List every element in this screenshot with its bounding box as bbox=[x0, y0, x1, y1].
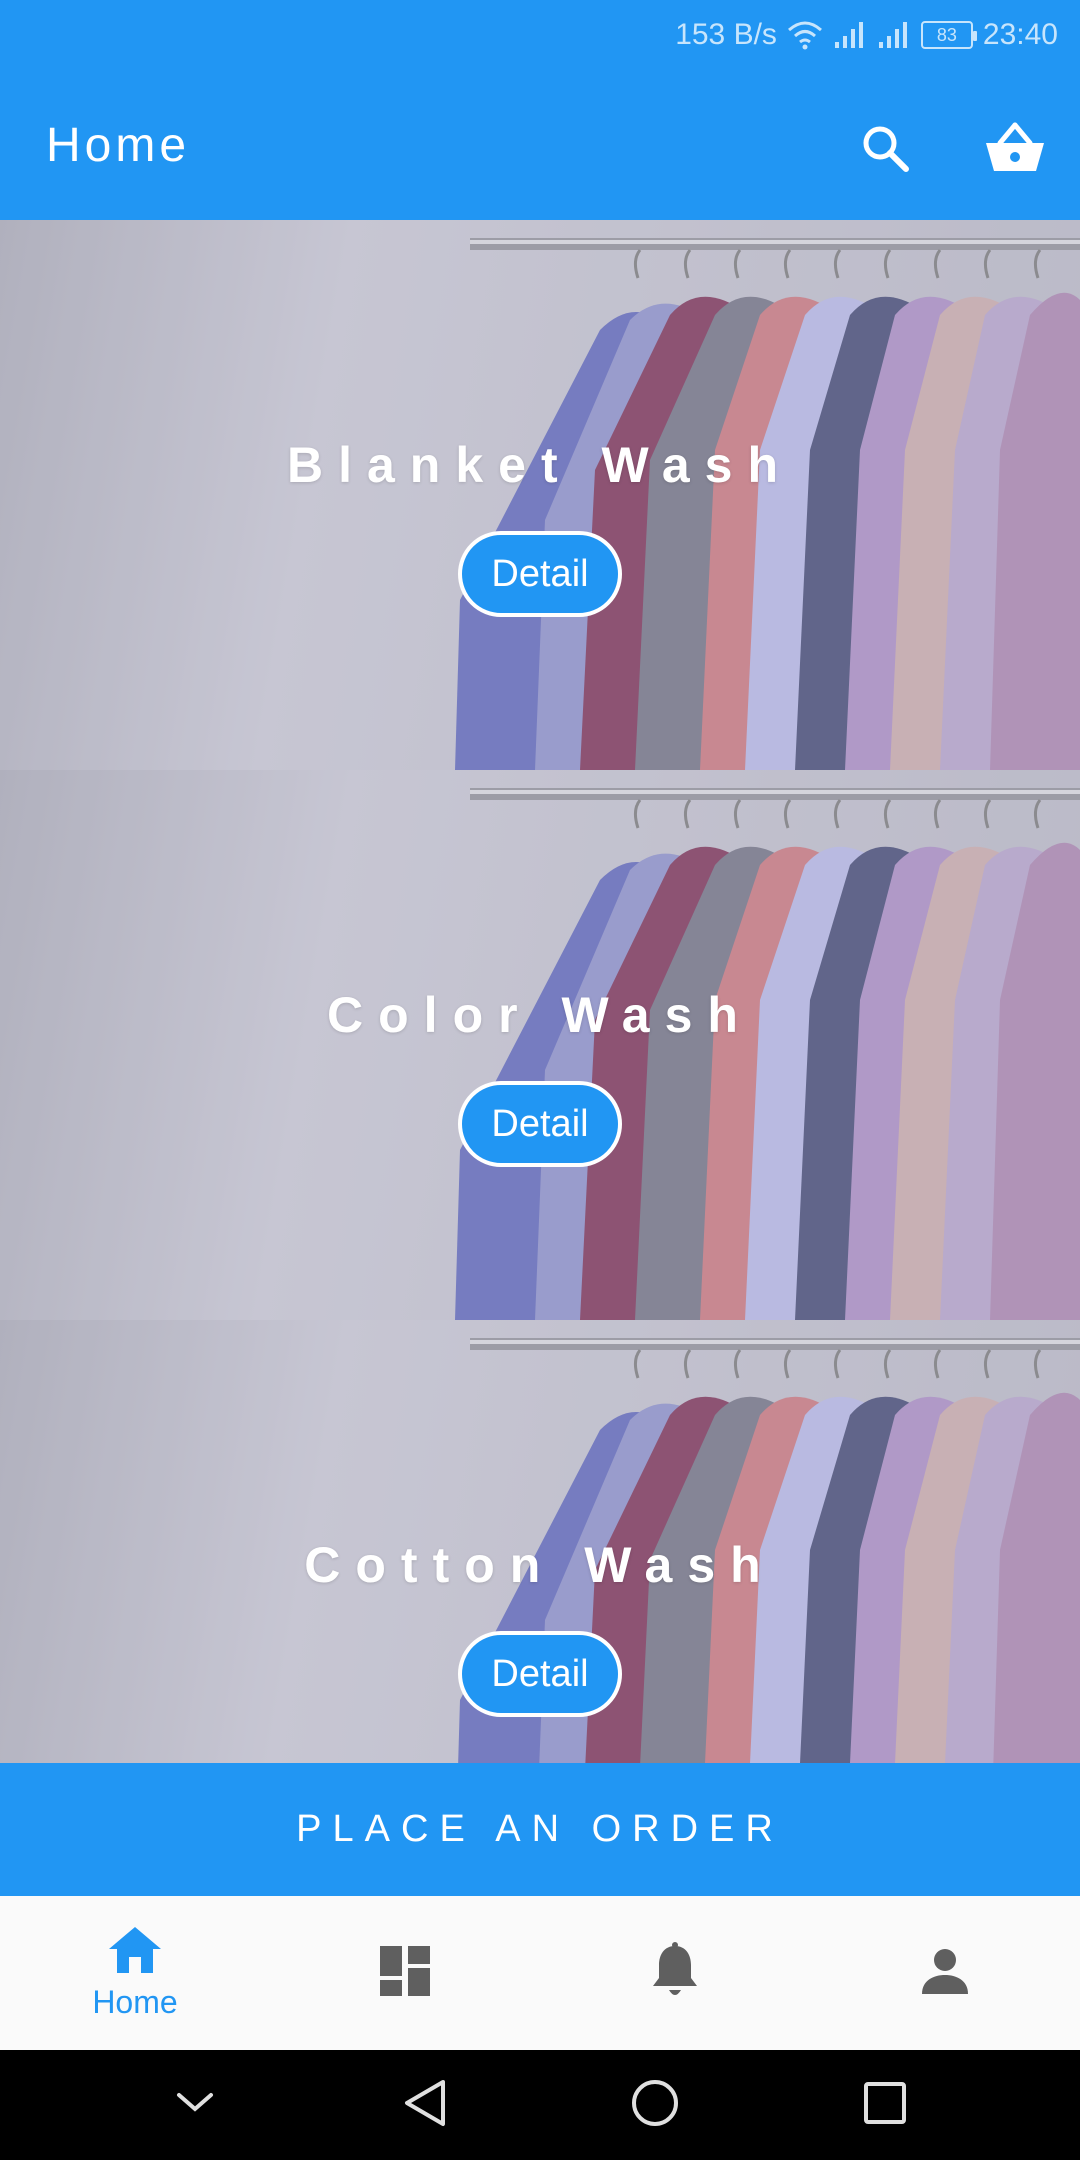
nav-item-profile[interactable] bbox=[810, 1896, 1080, 2050]
place-order-label: PLACE AN ORDER bbox=[296, 1808, 784, 1850]
bottom-navigation: Home bbox=[0, 1896, 1080, 2050]
service-card: Cotton Wash Detail bbox=[0, 1320, 1080, 1765]
hide-keyboard-button[interactable] bbox=[160, 2070, 230, 2140]
search-icon bbox=[859, 122, 911, 179]
search-button[interactable] bbox=[850, 115, 920, 185]
page-title: Home bbox=[46, 118, 191, 172]
service-title: Blanket Wash bbox=[286, 437, 793, 493]
app-bar-actions bbox=[850, 115, 1050, 185]
battery-level: 83 bbox=[936, 24, 957, 45]
bell-icon bbox=[650, 1941, 700, 2005]
recents-button[interactable] bbox=[850, 2070, 920, 2140]
nav-item-notifications[interactable] bbox=[540, 1896, 810, 2050]
status-bar: 153 B/s 83 23:40 bbox=[0, 0, 1080, 70]
system-navigation-bar bbox=[0, 2050, 1080, 2160]
service-card: Color Wash Detail bbox=[0, 770, 1080, 1320]
shirts-image bbox=[0, 220, 1080, 770]
network-speed: 153 B/s bbox=[675, 18, 777, 51]
app-bar: Home bbox=[0, 70, 1080, 220]
wifi-icon bbox=[787, 20, 823, 50]
back-icon bbox=[403, 2078, 447, 2133]
recents-icon bbox=[862, 2080, 908, 2131]
clock: 23:40 bbox=[982, 18, 1058, 51]
detail-button[interactable]: Detail bbox=[458, 1081, 622, 1167]
dashboard-icon bbox=[378, 1944, 432, 2003]
service-list: Blanket Wash Detail Color Wash Detail Co… bbox=[0, 220, 1080, 1765]
nav-item-dashboard[interactable] bbox=[270, 1896, 540, 2050]
nav-item-label: Home bbox=[92, 1984, 178, 2020]
home-button[interactable] bbox=[620, 2070, 690, 2140]
service-card: Blanket Wash Detail bbox=[0, 220, 1080, 770]
battery-icon: 83 bbox=[920, 21, 977, 49]
basket-icon bbox=[984, 121, 1046, 180]
chevron-down-icon bbox=[175, 2091, 215, 2120]
signal-icon bbox=[833, 20, 867, 50]
service-title: Cotton Wash bbox=[304, 1537, 776, 1593]
person-icon bbox=[920, 1946, 970, 2001]
cart-button[interactable] bbox=[980, 115, 1050, 185]
shirts-image bbox=[0, 770, 1080, 1320]
detail-button[interactable]: Detail bbox=[458, 1631, 622, 1717]
signal-icon bbox=[877, 20, 911, 50]
nav-item-home[interactable]: Home bbox=[0, 1896, 270, 2050]
detail-button[interactable]: Detail bbox=[458, 531, 622, 617]
back-button[interactable] bbox=[390, 2070, 460, 2140]
home-icon bbox=[107, 1925, 163, 1980]
service-title: Color Wash bbox=[327, 987, 753, 1043]
place-order-button[interactable]: PLACE AN ORDER bbox=[0, 1763, 1080, 1896]
home-circle-icon bbox=[630, 2078, 680, 2133]
